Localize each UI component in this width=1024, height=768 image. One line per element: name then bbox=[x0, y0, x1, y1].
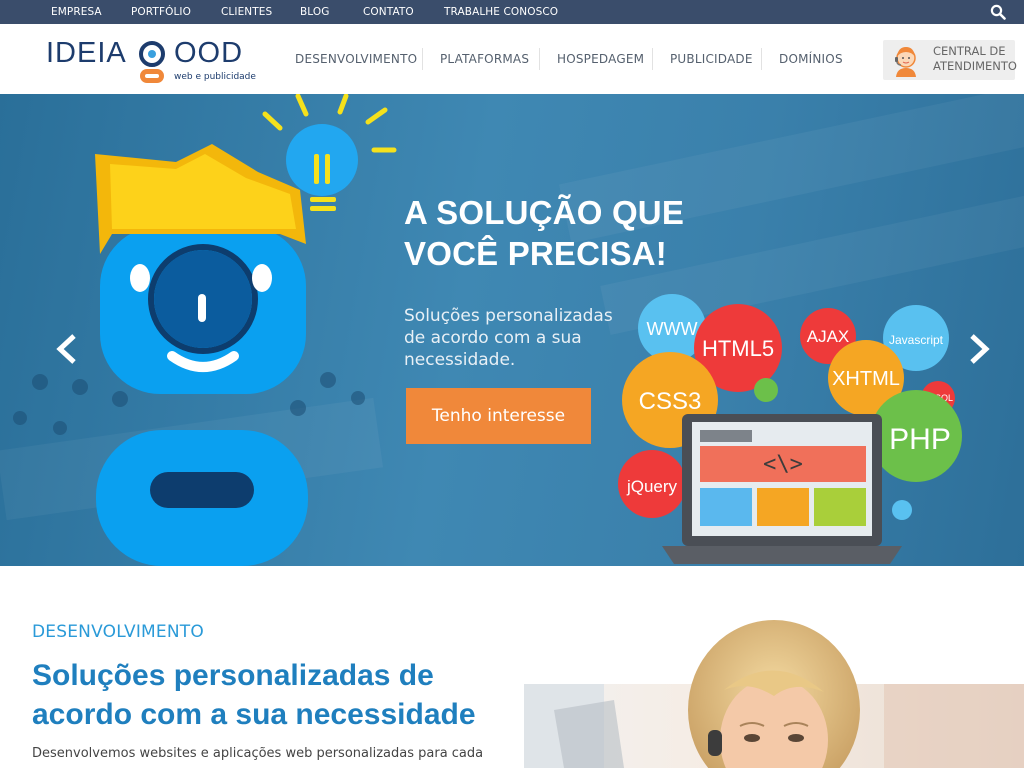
top-link-empresa[interactable]: EMPRESA bbox=[51, 0, 102, 24]
hero-slider: WWW HTML5 AJAX Javascript CSS3 XHTML MyS… bbox=[0, 94, 1024, 566]
slider-next-arrow-icon[interactable] bbox=[966, 332, 992, 366]
mascot-character bbox=[95, 144, 308, 566]
tenho-interesse-button[interactable]: Tenho interesse bbox=[406, 388, 591, 444]
section-title: Soluções personalizadas de acordo com a … bbox=[32, 659, 476, 731]
laptop-code-glyph: <\> bbox=[763, 452, 803, 477]
nav-plataformas[interactable]: PLATAFORMAS bbox=[440, 24, 529, 94]
site-header: IDEIA OOD web e publicidade DESENVOLVIMEN… bbox=[0, 24, 1024, 94]
logo[interactable]: IDEIA OOD web e publicidade bbox=[46, 36, 256, 86]
desenvolvimento-section: DESENVOLVIMENTO Soluções personalizadas … bbox=[0, 566, 1024, 768]
top-link-trabalhe-conosco[interactable]: TRABALHE CONOSCO bbox=[444, 0, 558, 24]
logo-text: IDEIA OOD bbox=[46, 37, 243, 70]
nav-dominios[interactable]: DOMÍNIOS bbox=[779, 24, 843, 94]
nav-divider bbox=[652, 48, 653, 70]
bubble-ajax: AJAX bbox=[807, 327, 850, 346]
bubble-php: PHP bbox=[889, 423, 951, 456]
top-link-portfolio[interactable]: PORTFÓLIO bbox=[131, 0, 191, 24]
nav-desenvolvimento[interactable]: DESENVOLVIMENTO bbox=[295, 24, 417, 94]
bubble-jquery: jQuery bbox=[626, 477, 678, 496]
section-eyebrow: DESENVOLVIMENTO bbox=[32, 622, 204, 642]
bubble-www: WWW bbox=[647, 319, 698, 339]
central-atendimento-button[interactable]: CENTRAL DE ATENDIMENTO bbox=[883, 40, 1017, 80]
woman-headset-photo bbox=[524, 620, 1024, 768]
hero-title-line-2: VOCÊ PRECISA! bbox=[404, 235, 667, 272]
top-bar: EMPRESA PORTFÓLIO CLIENTES BLOG CONTATO … bbox=[0, 0, 1024, 24]
hero-title-line-1: A SOLUÇÃO QUE bbox=[404, 194, 685, 231]
logo-text-good: OOD bbox=[174, 37, 244, 69]
top-link-blog[interactable]: BLOG bbox=[300, 0, 329, 24]
central-atendimento-label: CENTRAL DE ATENDIMENTO bbox=[933, 44, 1017, 74]
top-link-contato[interactable]: CONTATO bbox=[363, 0, 414, 24]
top-link-clientes[interactable]: CLIENTES bbox=[221, 0, 272, 24]
central-line-2: ATENDIMENTO bbox=[933, 59, 1017, 73]
section-text: Desenvolvemos websites e aplicações web … bbox=[32, 746, 484, 761]
nav-hospedagem[interactable]: HOSPEDAGEM bbox=[557, 24, 644, 94]
slider-prev-arrow-icon[interactable] bbox=[54, 332, 80, 366]
nav-divider bbox=[761, 48, 762, 70]
bubble-css3: CSS3 bbox=[639, 388, 702, 415]
hero-title: A SOLUÇÃO QUE VOCÊ PRECISA! bbox=[404, 192, 724, 274]
central-line-1: CENTRAL DE bbox=[933, 44, 1006, 58]
laptop-icon: <\> bbox=[662, 414, 902, 564]
logo-tagline: web e publicidade bbox=[174, 72, 256, 82]
search-icon[interactable] bbox=[990, 4, 1006, 20]
support-agent-icon bbox=[895, 47, 916, 77]
nav-divider bbox=[539, 48, 540, 70]
bubble-javascript: Javascript bbox=[889, 333, 944, 347]
hero-subtitle: Soluções personalizadas de acordo com a … bbox=[404, 306, 613, 370]
bubble-html5: HTML5 bbox=[702, 336, 774, 361]
nav-publicidade[interactable]: PUBLICIDADE bbox=[670, 24, 753, 94]
nav-divider bbox=[422, 48, 423, 70]
bubble-xhtml: XHTML bbox=[832, 368, 900, 390]
logo-text-ideia: IDEIA bbox=[46, 37, 127, 69]
